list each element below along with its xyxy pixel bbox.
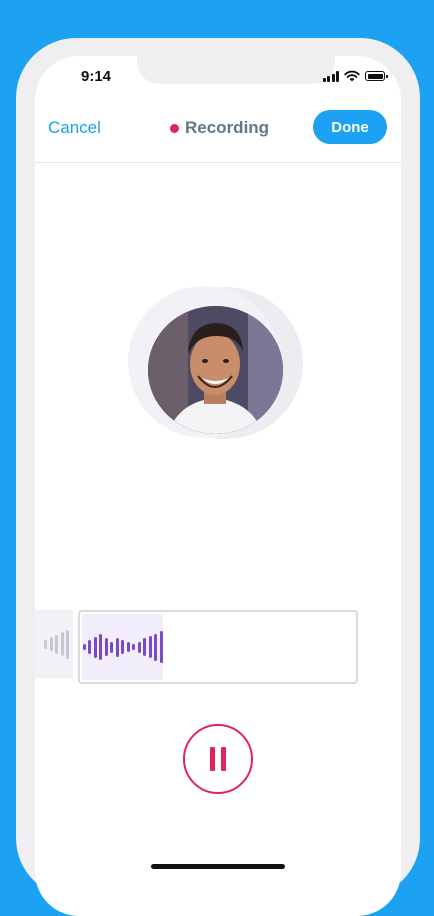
current-waveform-bar [82, 644, 86, 650]
previous-waveform-bar [60, 632, 64, 656]
current-waveform-bar [104, 638, 108, 656]
profile-photo-icon [148, 306, 283, 434]
battery-icon [365, 71, 388, 81]
home-indicator [151, 864, 285, 869]
current-waveform-bar [121, 640, 124, 654]
signal-icon [322, 70, 339, 82]
page-title: Recording [185, 118, 270, 137]
recording-dot-icon [170, 123, 179, 133]
previous-clip-waveform[interactable] [35, 610, 73, 678]
cancel-button[interactable]: Cancel [48, 118, 101, 138]
app-screen: 9:14 Cancel Recording Done [35, 56, 401, 916]
pause-icon-bar [221, 747, 226, 771]
previous-waveform-bar [55, 634, 58, 654]
current-clip-waveform[interactable] [82, 614, 163, 680]
wifi-icon [344, 70, 360, 82]
current-waveform-bar [99, 634, 102, 660]
current-waveform-bar [137, 641, 141, 653]
current-waveform-bar [143, 638, 146, 656]
pause-button[interactable] [183, 724, 253, 794]
device-notch [137, 56, 335, 84]
recording-status: Recording [170, 118, 269, 138]
previous-waveform-bar [44, 639, 47, 649]
current-waveform-bar [148, 636, 152, 658]
status-icons [322, 70, 388, 82]
navigation-bar: Cancel Recording Done [35, 102, 401, 163]
phone-frame: 9:14 Cancel Recording Done [16, 38, 420, 916]
previous-waveform-bar [66, 629, 69, 659]
avatar [148, 306, 283, 434]
current-waveform-bar [88, 640, 91, 654]
current-waveform-bar [115, 637, 119, 657]
status-time: 9:14 [81, 68, 112, 85]
current-waveform-bar [110, 641, 113, 653]
current-waveform-bar [159, 631, 163, 663]
current-waveform-bar [154, 633, 157, 661]
waveform-timeline[interactable] [78, 610, 358, 684]
previous-waveform-bar [49, 637, 53, 651]
current-waveform-bar [93, 636, 97, 658]
current-waveform-bar [132, 644, 135, 650]
done-button[interactable]: Done [313, 110, 387, 144]
current-waveform-bar [126, 642, 130, 652]
speaker-avatar-group [128, 286, 308, 446]
pause-icon [210, 747, 215, 771]
